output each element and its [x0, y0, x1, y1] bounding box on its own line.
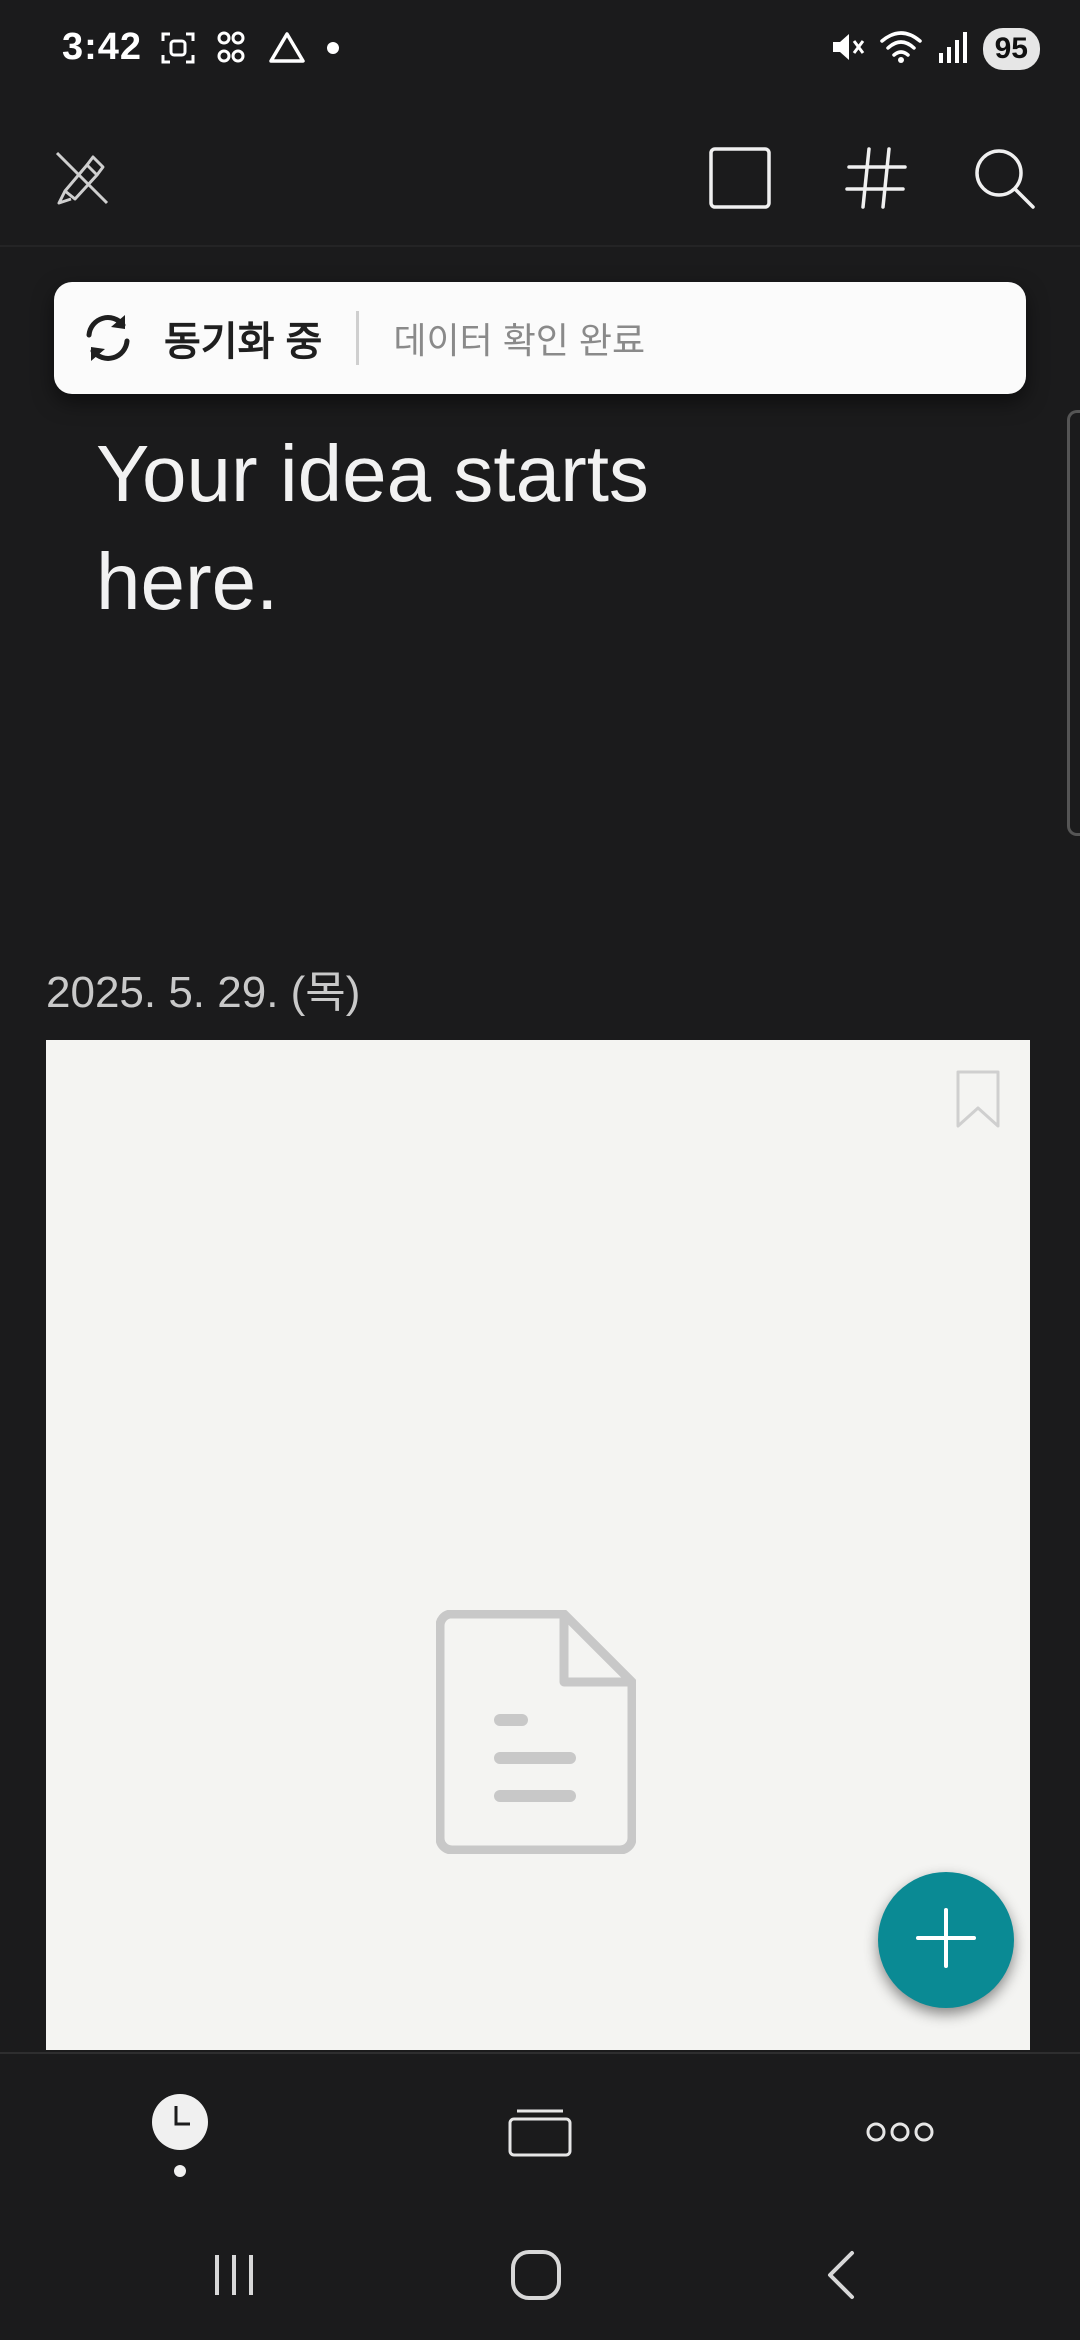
mute-icon [829, 29, 865, 70]
search-icon [971, 145, 1037, 216]
scroll-thumb[interactable] [1067, 410, 1080, 836]
view-mode-button[interactable] [690, 130, 790, 230]
stack-icon [507, 2105, 573, 2164]
signal-icon [937, 29, 969, 70]
status-bar: 3:42 95 [0, 0, 1080, 100]
status-left-icons [160, 30, 340, 71]
sync-detail: 데이터 확인 완료 [393, 320, 646, 361]
screenshot-icon [160, 30, 196, 71]
date-label: 2025. 5. 29. (목) [46, 968, 361, 1017]
sync-status-toast: 동기화 중 데이터 확인 완료 [54, 282, 1026, 394]
bottom-navigation [0, 2052, 1080, 2204]
nav-recent[interactable] [110, 2084, 250, 2184]
back-icon [820, 2249, 860, 2306]
tags-button[interactable] [826, 130, 926, 230]
bookmark-icon[interactable] [956, 1070, 1000, 1133]
add-note-button[interactable] [878, 1872, 1014, 2008]
nav-more[interactable] [830, 2084, 970, 2184]
clock-icon [150, 2092, 210, 2157]
battery-badge: 95 [982, 28, 1040, 70]
recents-icon [209, 2251, 259, 2304]
nav-notebooks[interactable] [470, 2084, 610, 2184]
plus-icon [914, 1906, 978, 1975]
status-right-icons: 95 [829, 28, 1040, 70]
wifi-icon [879, 29, 923, 70]
top-app-bar [0, 110, 1080, 250]
note-card[interactable] [46, 1040, 1030, 2050]
square-icon [708, 146, 772, 215]
app-bar-divider [0, 245, 1080, 247]
pen-off-icon [51, 147, 113, 214]
sync-separator [356, 311, 360, 365]
recents-button[interactable] [184, 2242, 284, 2312]
apps-icon [216, 30, 248, 71]
drive-icon [268, 31, 306, 70]
back-button[interactable] [790, 2242, 890, 2312]
status-time: 3:42 [62, 26, 143, 68]
search-button[interactable] [954, 130, 1054, 230]
home-button[interactable] [486, 2242, 586, 2312]
system-navigation-bar [0, 2202, 1080, 2340]
dot-icon [326, 41, 340, 60]
home-icon [510, 2249, 562, 2306]
hero-title: Your idea starts here. [96, 429, 649, 626]
screen: 3:42 95 동기화 중 데이터 확인 완료 Your idea starts… [0, 0, 1080, 2340]
more-icon [865, 2120, 935, 2149]
pen-mode-button[interactable] [32, 130, 132, 230]
sync-icon [78, 308, 138, 368]
nav-active-indicator [174, 2164, 186, 2177]
document-icon [435, 1609, 637, 1859]
hashtag-icon [843, 145, 909, 216]
sync-title: 동기화 중 [164, 320, 323, 364]
